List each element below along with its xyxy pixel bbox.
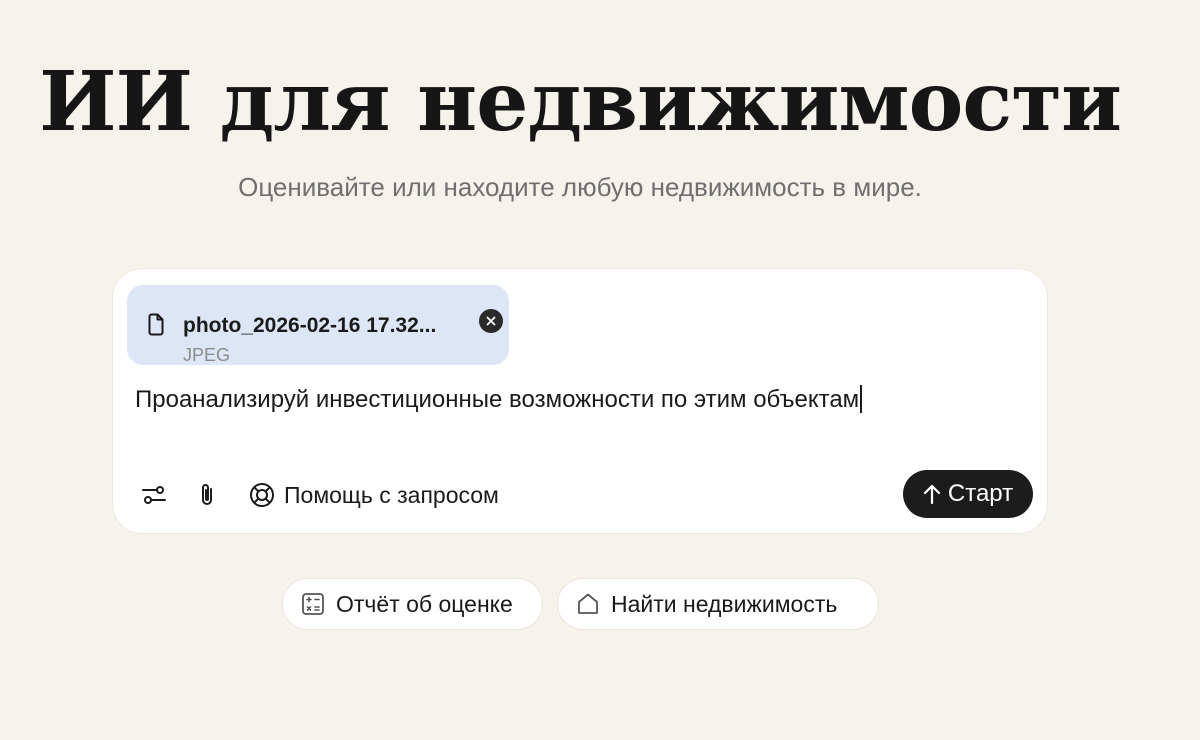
lifebuoy-icon xyxy=(250,483,274,507)
file-icon xyxy=(148,313,164,336)
valuation-report-label: Отчёт об оценке xyxy=(336,590,513,617)
paperclip-icon[interactable] xyxy=(197,481,217,509)
calculator-icon xyxy=(302,593,324,615)
attachment-chip[interactable]: photo_2026-02-16 17.32... JPEG xyxy=(127,285,509,365)
find-property-label: Найти недвижимость xyxy=(611,590,838,617)
arrow-up-icon xyxy=(923,484,940,505)
attachment-file-type: JPEG xyxy=(183,345,231,365)
valuation-report-button[interactable]: Отчёт об оценке xyxy=(282,578,543,630)
close-icon xyxy=(486,316,496,326)
page-title: ИИ для недвижимости xyxy=(39,54,1122,150)
prompt-input-text: Проанализируй инвестиционные возможности… xyxy=(135,386,860,413)
prompt-help-label: Помощь с запросом xyxy=(284,481,499,508)
prompt-input[interactable]: Проанализируй инвестиционные возможности… xyxy=(135,385,863,415)
home-icon xyxy=(578,593,598,614)
prompt-help-button[interactable]: Помощь с запросом xyxy=(249,477,499,513)
page-subtitle: Оценивайте или находите любую недвижимос… xyxy=(238,172,922,202)
remove-attachment-button[interactable] xyxy=(479,309,503,333)
start-button[interactable]: Старт xyxy=(903,470,1033,518)
text-caret xyxy=(860,385,863,413)
sliders-icon[interactable] xyxy=(141,483,167,507)
attachment-file-name: photo_2026-02-16 17.32... xyxy=(183,314,437,337)
start-button-label: Старт xyxy=(947,480,1014,507)
prompt-composer[interactable]: photo_2026-02-16 17.32... JPEG Проанализ… xyxy=(112,268,1048,534)
find-property-button[interactable]: Найти недвижимость xyxy=(557,578,879,630)
